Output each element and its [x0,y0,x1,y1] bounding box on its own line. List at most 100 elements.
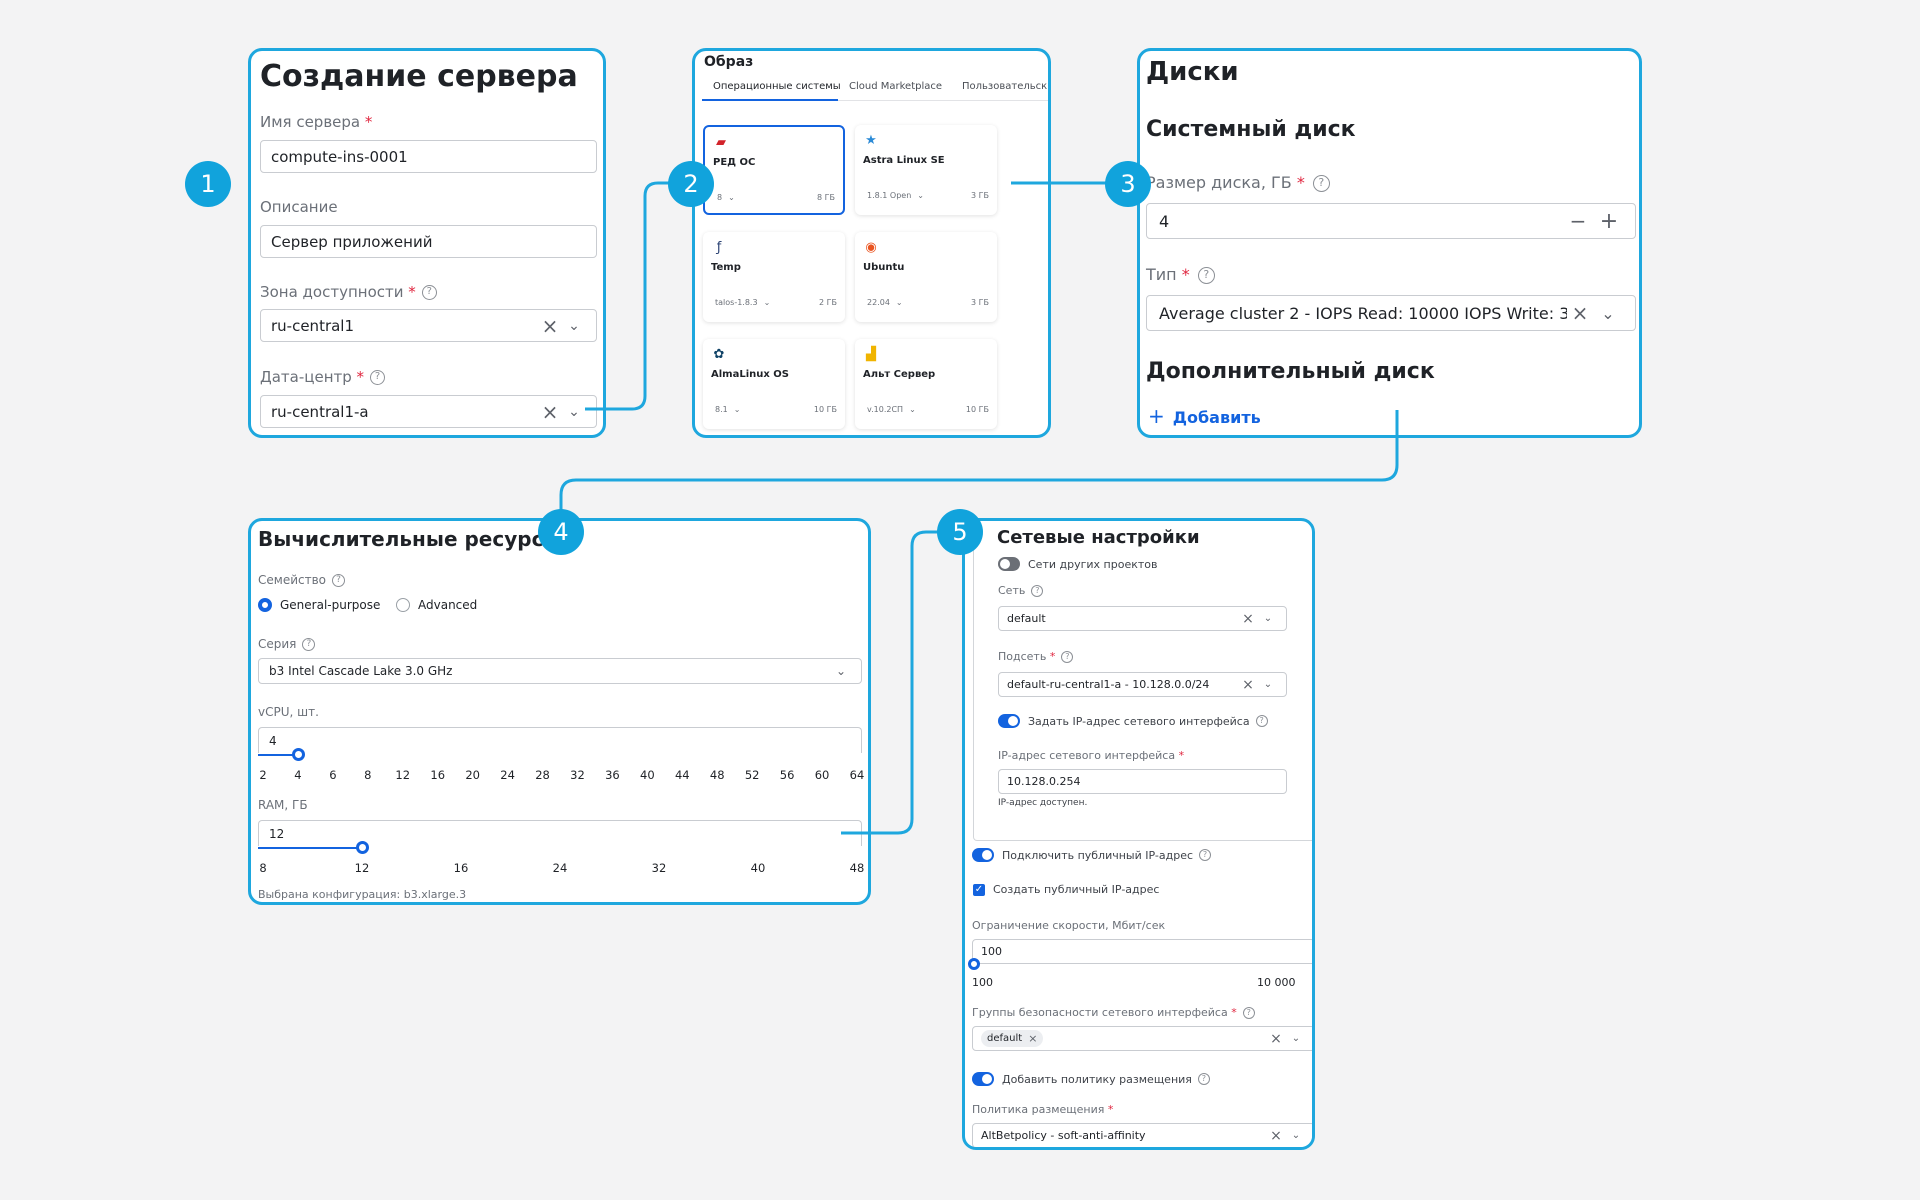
tab-operating-systems[interactable]: Операционные системы [713,81,841,92]
chevron-down-icon: ⌄ [917,191,924,200]
help-icon[interactable]: ? [1197,267,1215,284]
help-icon[interactable]: ? [1312,175,1330,192]
chevron-down-icon[interactable]: ⌄ [1593,304,1623,323]
os-card[interactable]: ▟ Альт Сервер v.10.2СП ⌄ 10 ГБ [855,339,997,429]
tab-custom[interactable]: Пользовательские [962,81,1048,92]
set-ip-toggle-row[interactable]: Задать IP-адрес сетевого интерфейса? [998,714,1268,728]
help-icon[interactable]: ? [1242,1007,1255,1019]
slider-tick: 6 [329,768,337,782]
speed-input[interactable]: 100 [972,939,1312,964]
slider-tick: 20 [465,768,480,782]
os-name: Astra Linux SE [863,155,945,166]
os-card[interactable]: ◉ Ubuntu 22.04 ⌄ 3 ГБ [855,232,997,322]
disk-type-label: Тип *? [1146,265,1215,284]
os-version-select[interactable]: talos-1.8.3 ⌄ [715,298,770,307]
disks-panel: Диски Системный диск Размер диска, ГБ *?… [1137,48,1642,438]
clear-icon[interactable]: × [1238,677,1258,693]
server-name-input[interactable]: compute-ins-0001 [260,140,597,173]
network-select[interactable]: default × ⌄ [998,606,1287,631]
add-disk-button[interactable]: + Добавить [1148,404,1261,428]
chevron-down-icon[interactable]: ⌄ [562,404,586,420]
chevron-down-icon[interactable]: ⌄ [562,318,586,334]
help-icon[interactable]: ? [370,370,386,385]
other-projects-toggle-row[interactable]: Сети других проектов [998,557,1157,571]
ram-input[interactable]: 12 [258,820,862,846]
os-name: Temp [711,262,741,273]
os-card[interactable]: ★ Astra Linux SE 1.8.1 Open ⌄ 3 ГБ [855,125,997,215]
config-summary: Выбрана конфигурация: b3.xlarge.3 [258,888,467,901]
os-version-select[interactable]: 8.1 ⌄ [715,405,740,414]
datacenter-select[interactable]: ru-central1-a × ⌄ [260,395,597,428]
public-ip-toggle-row[interactable]: Подключить публичный IP-адрес? [972,848,1212,862]
clear-icon[interactable]: × [1238,611,1258,627]
chevron-down-icon[interactable]: ⌄ [1258,679,1278,690]
disk-size-stepper[interactable]: 4 − + [1146,203,1636,239]
plus-icon[interactable]: + [1595,209,1623,234]
placement-select[interactable]: AltBetpolicy - soft-anti-affinity × ⌄ [972,1123,1312,1147]
clear-icon[interactable]: × [1266,1128,1286,1144]
placement-toggle[interactable] [972,1072,994,1086]
vcpu-label: vCPU, шт. [258,705,319,719]
os-version-select[interactable]: 8 ⌄ [717,193,735,202]
security-groups-select[interactable]: default × × ⌄ [972,1026,1312,1051]
minus-icon[interactable]: − [1561,209,1595,233]
os-card[interactable]: ✿ AlmaLinux OS 8.1 ⌄ 10 ГБ [703,339,845,429]
disk-type-select[interactable]: Average cluster 2 - IOPS Read: 10000 IOP… [1146,295,1636,331]
help-icon[interactable]: ? [1061,651,1074,663]
compute-title: Вычислительные ресурсы [258,527,562,551]
help-icon[interactable]: ? [332,574,345,587]
ram-slider-thumb[interactable] [356,841,369,854]
help-icon[interactable]: ? [1199,849,1212,861]
step-badge-4: 4 [538,509,584,555]
chevron-down-icon[interactable]: ⌄ [1286,1033,1306,1044]
chevron-down-icon[interactable]: ⌄ [1286,1130,1306,1141]
vcpu-slider-thumb[interactable] [291,748,305,761]
placement-toggle-row[interactable]: Добавить политику размещения? [972,1072,1210,1086]
other-projects-toggle[interactable] [998,557,1020,571]
os-version-select[interactable]: 1.8.1 Open ⌄ [867,191,924,200]
clear-icon[interactable]: × [538,314,562,338]
disks-title: Диски [1146,57,1239,87]
clear-icon[interactable]: × [1567,301,1593,325]
help-icon[interactable]: ? [1031,585,1044,597]
redos-logo-icon: ▰ [716,135,726,150]
description-input[interactable]: Сервер приложений [260,225,597,258]
slider-tick: 8 [259,861,267,875]
speed-slider-thumb[interactable] [968,958,980,970]
network-label: Сеть? [998,584,1044,597]
system-disk-title: Системный диск [1146,117,1356,142]
radio-advanced[interactable]: Advanced [396,598,477,612]
create-public-ip-checkbox[interactable]: ✓ [973,883,985,896]
remove-chip-icon[interactable]: × [1028,1032,1037,1045]
slider-tick: 32 [570,768,585,782]
os-version-select[interactable]: v.10.2СП ⌄ [867,405,916,414]
subnet-select[interactable]: default-ru-central1-a - 10.128.0.0/24 × … [998,672,1287,697]
ip-input[interactable]: 10.128.0.254 [998,769,1287,794]
series-select[interactable]: b3 Intel Cascade Lake 3.0 GHz ⌄ [258,658,862,684]
os-card[interactable]: ƒ Temp talos-1.8.3 ⌄ 2 ГБ [703,232,845,322]
set-ip-toggle[interactable] [998,714,1020,728]
help-icon[interactable]: ? [421,285,437,300]
public-ip-toggle[interactable] [972,848,994,862]
zone-select[interactable]: ru-central1 × ⌄ [260,309,597,342]
chevron-down-icon[interactable]: ⌄ [1258,613,1278,624]
server-name-label: Имя сервера * [260,113,373,131]
clear-icon[interactable]: × [1266,1031,1286,1047]
security-group-chip[interactable]: default × [981,1030,1044,1047]
create-public-ip-row[interactable]: ✓ Создать публичный IP-адрес [973,883,1159,896]
radio-general-purpose[interactable]: General-purpose [258,598,380,612]
subnet-label: Подсеть *? [998,650,1074,663]
os-card[interactable]: ▰ РЕД ОС 8 ⌄ 8 ГБ [703,125,845,215]
vcpu-input[interactable]: 4 [258,727,862,753]
active-tab-indicator [702,99,838,101]
network-settings-panel: Сетевые настройки Сети других проектов С… [962,518,1315,1150]
clear-icon[interactable]: × [538,400,562,424]
zone-label: Зона доступности *? [260,283,437,301]
chevron-down-icon[interactable]: ⌄ [831,664,851,678]
slider-tick: 24 [552,861,568,875]
help-icon[interactable]: ? [1197,1073,1210,1085]
tab-cloud-marketplace[interactable]: Cloud Marketplace [849,81,942,92]
os-version-select[interactable]: 22.04 ⌄ [867,298,903,307]
help-icon[interactable]: ? [1255,715,1268,727]
help-icon[interactable]: ? [302,638,316,651]
